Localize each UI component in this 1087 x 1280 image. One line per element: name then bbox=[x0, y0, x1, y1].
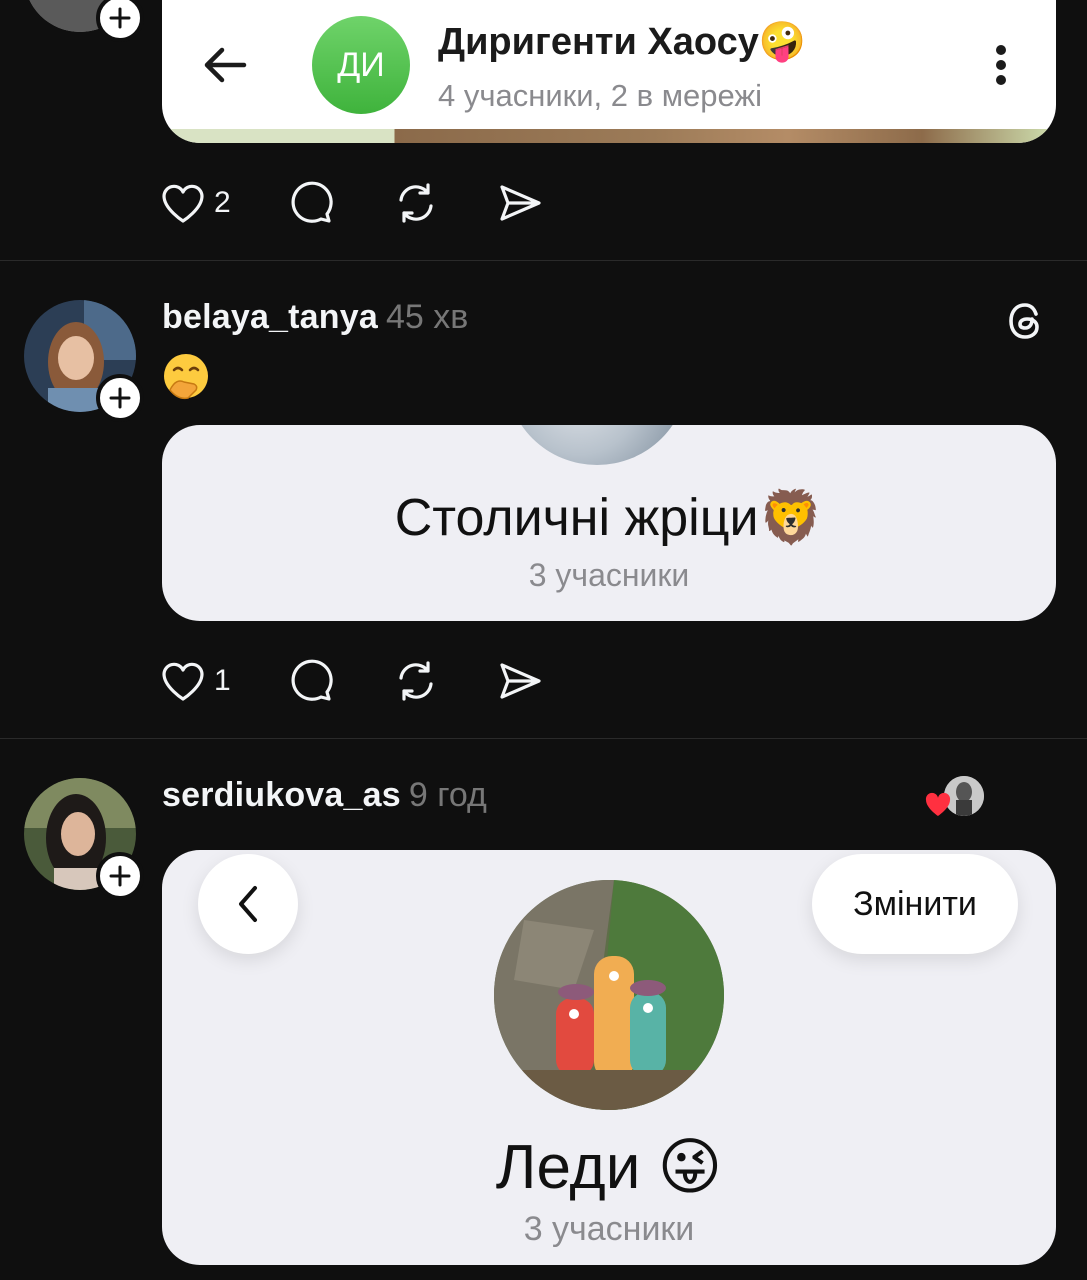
share-button[interactable] bbox=[497, 180, 543, 226]
comment-button[interactable] bbox=[289, 180, 335, 226]
heart-icon bbox=[162, 662, 204, 701]
group-photo bbox=[506, 425, 688, 465]
group-members: 3 учасники bbox=[523, 1210, 695, 1248]
follow-plus-button[interactable] bbox=[96, 852, 144, 900]
post-divider bbox=[0, 738, 1087, 739]
post-actions: 1 bbox=[160, 658, 543, 704]
post-text-value: 🤭 bbox=[212, 350, 213, 351]
like-button[interactable]: 2 bbox=[160, 181, 231, 225]
threads-logo-icon[interactable] bbox=[1006, 300, 1046, 342]
liked-by-indicator[interactable] bbox=[922, 776, 986, 820]
username[interactable]: serdiukova_as bbox=[162, 776, 401, 814]
back-button[interactable] bbox=[200, 42, 250, 88]
shared-group-card[interactable]: Столичні жріци🦁 3 учасники bbox=[162, 425, 1056, 621]
plus-icon bbox=[109, 7, 131, 29]
repost-button[interactable] bbox=[393, 180, 439, 226]
follow-plus-button[interactable] bbox=[96, 374, 144, 422]
chat-title: Диригенти Хаосу🤪 bbox=[438, 21, 807, 63]
post-header: belaya_tanya 45 хв bbox=[162, 298, 468, 337]
repost-icon bbox=[399, 183, 433, 223]
image-strip bbox=[162, 129, 1056, 143]
plus-icon bbox=[109, 865, 131, 887]
like-count: 1 bbox=[214, 664, 231, 697]
hand-over-mouth-emoji-icon bbox=[164, 354, 208, 400]
username[interactable]: belaya_tanya bbox=[162, 298, 378, 336]
comment-icon bbox=[291, 181, 333, 223]
like-button[interactable]: 1 bbox=[160, 659, 231, 703]
arrow-left-icon bbox=[204, 47, 247, 83]
like-count: 2 bbox=[214, 186, 231, 219]
post-time: 9 год bbox=[408, 776, 487, 814]
edit-button-label: Змінити bbox=[853, 884, 977, 923]
group-members: 3 учасники bbox=[528, 557, 690, 593]
send-icon bbox=[500, 185, 541, 221]
more-vertical-icon bbox=[996, 45, 1006, 85]
plus-icon bbox=[109, 387, 131, 409]
more-menu-button[interactable] bbox=[988, 42, 1014, 88]
group-photo bbox=[494, 880, 724, 1110]
post-header: serdiukova_as 9 год bbox=[162, 776, 487, 815]
chevron-left-icon bbox=[239, 886, 257, 922]
red-heart-icon bbox=[925, 792, 951, 816]
heart-icon bbox=[162, 184, 204, 223]
post-actions: 2 bbox=[160, 180, 543, 226]
follow-plus-button[interactable] bbox=[96, 0, 144, 42]
post-text: 🤭 bbox=[160, 350, 216, 406]
group-title: Леди 😜 bbox=[495, 1133, 723, 1202]
back-button[interactable] bbox=[198, 854, 298, 954]
share-button[interactable] bbox=[497, 658, 543, 704]
shared-chat-card[interactable]: ДИ Диригенти Хаосу🤪 4 учасники, 2 в мере… bbox=[162, 0, 1056, 143]
comment-icon bbox=[291, 659, 333, 701]
edit-button[interactable]: Змінити bbox=[812, 854, 1018, 954]
comment-button[interactable] bbox=[289, 658, 335, 704]
chat-subtitle: 4 учасники, 2 в мережі bbox=[438, 78, 763, 113]
send-icon bbox=[500, 663, 541, 699]
repost-button[interactable] bbox=[393, 658, 439, 704]
post-time: 45 хв bbox=[385, 298, 469, 336]
repost-icon bbox=[399, 661, 433, 701]
shared-group-card[interactable]: Змінити Леди 😜 3 учасники bbox=[162, 850, 1056, 1265]
chat-avatar: ДИ bbox=[312, 16, 410, 114]
post-divider bbox=[0, 260, 1087, 261]
group-title: Столичні жріци🦁 bbox=[394, 489, 824, 547]
